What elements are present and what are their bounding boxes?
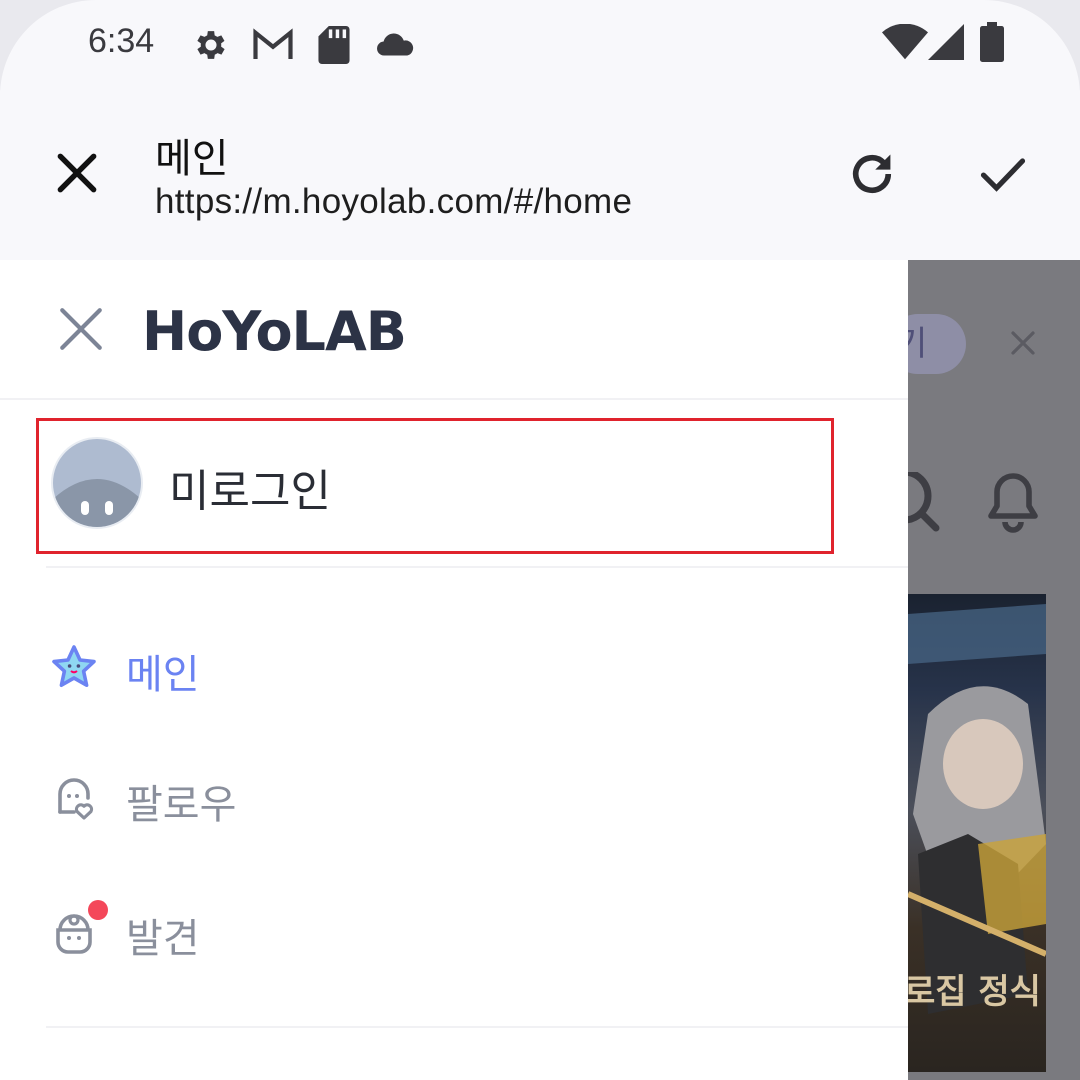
settings-icon bbox=[197, 31, 225, 59]
star-icon bbox=[52, 645, 96, 687]
close-icon[interactable] bbox=[52, 148, 102, 198]
divider bbox=[0, 398, 908, 400]
battery-icon bbox=[980, 22, 1004, 62]
nav-label: 발견 bbox=[126, 916, 200, 962]
divider bbox=[46, 566, 908, 568]
side-drawer: HoYoLAB 미로그인 메인 팔로우 발견 bbox=[0, 260, 908, 1080]
status-time: 6:34 bbox=[88, 22, 155, 60]
refresh-icon[interactable] bbox=[846, 148, 898, 200]
web-content: 기 로집 정식 HoYoLAB 미로그인 메인 팔로우 발견 bbox=[0, 260, 1080, 1080]
wifi-icon bbox=[882, 24, 928, 60]
nav-item-home[interactable]: 메인 bbox=[0, 620, 908, 720]
avatar bbox=[51, 437, 143, 529]
sd-card-icon bbox=[318, 26, 350, 64]
banner-text: 로집 정식 bbox=[908, 972, 1041, 1012]
page-url: https://m.hoyolab.com/#/home bbox=[155, 182, 633, 221]
close-icon bbox=[1011, 331, 1035, 355]
divider bbox=[46, 1026, 908, 1028]
page-overlay[interactable]: 기 로집 정식 bbox=[888, 260, 1080, 1080]
nav-label: 팔로우 bbox=[126, 782, 237, 828]
nav-label: 메인 bbox=[126, 652, 200, 698]
bell-icon bbox=[988, 473, 1038, 533]
banner-image: 로집 정식 bbox=[908, 594, 1046, 1072]
gmail-icon bbox=[253, 28, 293, 59]
follow-icon bbox=[58, 778, 94, 820]
hoyolab-logo: HoYoLAB bbox=[142, 300, 407, 363]
page-title: 메인 bbox=[155, 136, 229, 182]
login-entry[interactable]: 미로그인 bbox=[36, 418, 834, 554]
search-icon bbox=[908, 472, 940, 532]
notification-badge bbox=[88, 900, 108, 920]
nav-item-follow[interactable]: 팔로우 bbox=[0, 750, 908, 850]
phone-screen: 6:34 메인 https://m.hoyolab.com/#/home 기 로… bbox=[0, 0, 1080, 1080]
drawer-close-icon[interactable] bbox=[56, 304, 106, 354]
check-icon[interactable] bbox=[976, 148, 1030, 200]
status-bar: 6:34 bbox=[0, 0, 1080, 90]
browser-toolbar: 메인 https://m.hoyolab.com/#/home bbox=[0, 90, 1080, 260]
login-status-label: 미로그인 bbox=[169, 466, 331, 517]
nav-item-discover[interactable]: 발견 bbox=[0, 884, 908, 984]
cloud-icon bbox=[377, 33, 414, 56]
avatar-face-icon bbox=[53, 479, 141, 527]
signal-icon bbox=[928, 24, 964, 60]
